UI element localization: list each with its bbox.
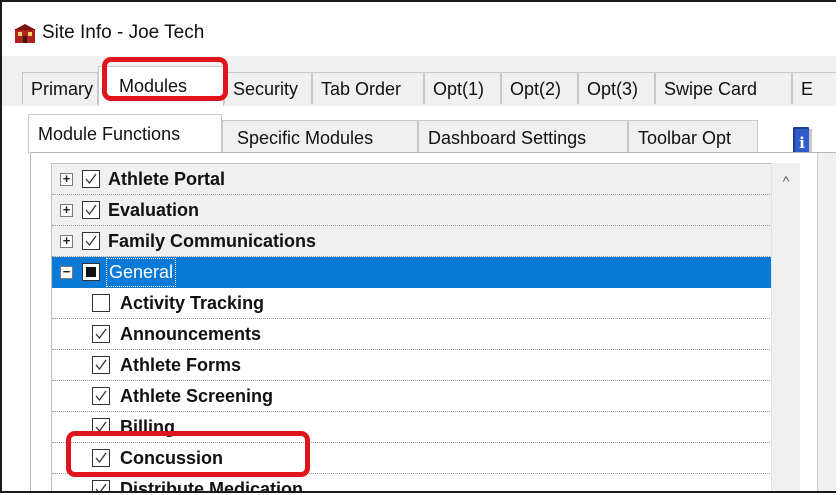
tab-security[interactable]: Security bbox=[224, 72, 312, 104]
tree-row-announcements[interactable]: Announcements bbox=[52, 319, 772, 350]
checkbox-checked[interactable] bbox=[92, 480, 110, 491]
expand-icon[interactable]: + bbox=[60, 203, 73, 217]
tree-row-athlete-portal[interactable]: + Athlete Portal bbox=[52, 164, 772, 195]
vertical-scrollbar[interactable]: ^ bbox=[771, 163, 800, 491]
tab-specific-modules[interactable]: Specific Modules bbox=[222, 120, 418, 154]
tree-row-family-communications[interactable]: + Family Communications bbox=[52, 226, 772, 257]
tab-e[interactable]: E bbox=[792, 72, 836, 104]
tab-toolbar-opt[interactable]: Toolbar Opt bbox=[628, 120, 758, 154]
expand-icon[interactable]: + bbox=[60, 172, 73, 186]
title-bar: Site Info - Joe Tech bbox=[2, 2, 836, 57]
expand-icon[interactable]: + bbox=[60, 234, 73, 248]
scroll-up-icon[interactable]: ^ bbox=[772, 171, 800, 191]
tree-label: Athlete Screening bbox=[120, 386, 274, 406]
tab-module-functions[interactable]: Module Functions bbox=[28, 114, 222, 154]
tree-label: Athlete Forms bbox=[120, 355, 242, 375]
tab-swipe-card[interactable]: Swipe Card bbox=[655, 72, 792, 104]
checkbox-checked[interactable] bbox=[82, 170, 100, 188]
sub-tab-strip: Module Functions Specific Modules Dashbo… bbox=[18, 114, 836, 154]
checkbox-unchecked[interactable] bbox=[92, 294, 110, 312]
highlight-concussion-row bbox=[66, 431, 310, 477]
svg-text:i: i bbox=[799, 134, 805, 152]
tree-label: Athlete Portal bbox=[108, 169, 226, 189]
side-panel-edge bbox=[817, 153, 836, 491]
tab-opt1[interactable]: Opt(1) bbox=[424, 72, 501, 104]
tab-dashboard-settings[interactable]: Dashboard Settings bbox=[418, 120, 628, 154]
checkbox-checked[interactable] bbox=[92, 325, 110, 343]
collapse-icon[interactable]: − bbox=[60, 265, 73, 279]
tree-label: Announcements bbox=[120, 324, 262, 344]
tree-label: General bbox=[106, 258, 177, 287]
tree-row-athlete-forms[interactable]: Athlete Forms bbox=[52, 350, 772, 381]
tab-primary[interactable]: Primary bbox=[22, 72, 98, 104]
tree-row-evaluation[interactable]: + Evaluation bbox=[52, 195, 772, 226]
checkbox-checked[interactable] bbox=[92, 387, 110, 405]
checkbox-checked[interactable] bbox=[82, 232, 100, 250]
tab-opt2[interactable]: Opt(2) bbox=[501, 72, 578, 104]
tree-row-athlete-screening[interactable]: Athlete Screening bbox=[52, 381, 772, 412]
tab-opt3[interactable]: Opt(3) bbox=[578, 72, 655, 104]
tree-label: Family Communications bbox=[108, 231, 317, 251]
window-title: Site Info - Joe Tech bbox=[42, 22, 205, 43]
site-info-window: Site Info - Joe Tech Primary Modules Sec… bbox=[0, 0, 836, 493]
building-icon bbox=[14, 24, 36, 43]
tree-row-general[interactable]: − General bbox=[52, 257, 772, 288]
tree-label: Evaluation bbox=[108, 200, 200, 220]
checkbox-checked[interactable] bbox=[82, 201, 100, 219]
checkbox-checked[interactable] bbox=[92, 356, 110, 374]
tree-label: Activity Tracking bbox=[120, 293, 265, 313]
tab-tab-order[interactable]: Tab Order bbox=[312, 72, 424, 104]
tree-row-activity-tracking[interactable]: Activity Tracking bbox=[52, 288, 772, 319]
highlight-modules-tab bbox=[102, 57, 228, 101]
checkbox-partial[interactable] bbox=[82, 263, 100, 281]
